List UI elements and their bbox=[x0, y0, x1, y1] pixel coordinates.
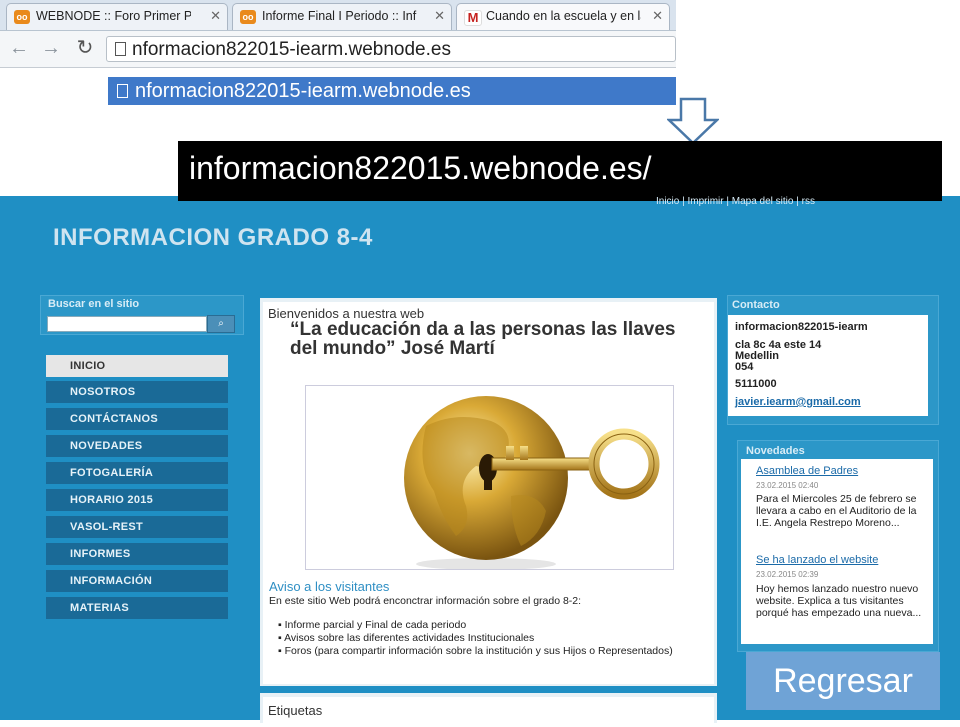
globe-key-image bbox=[305, 385, 674, 570]
menu-label: VASOL-REST bbox=[70, 521, 144, 533]
list-item-text: Foros (para compartir información sobre … bbox=[284, 645, 673, 657]
tab-label: Cuando en la escuela y en la bbox=[486, 9, 641, 23]
news-item-text: Para el Miercoles 25 de febrero se lleva… bbox=[756, 493, 917, 529]
browser-tab-3[interactable]: M Cuando en la escuela y en la ✕ bbox=[456, 3, 670, 30]
menu-item-informes[interactable]: INFORMES bbox=[46, 543, 228, 565]
quote-text: “La educación da a las personas las llav… bbox=[290, 319, 676, 359]
list-item: ▪ Avisos sobre las diferentes actividade… bbox=[278, 632, 535, 644]
menu-label: FOTOGALERÍA bbox=[70, 467, 154, 479]
list-item-text: Informe parcial y Final de cada periodo bbox=[284, 619, 467, 631]
menu-label: MATERIAS bbox=[70, 602, 130, 614]
contact-phone: 5111000 bbox=[735, 378, 777, 390]
top-links[interactable]: Inicio | Imprimir | Mapa del sitio | rss bbox=[656, 196, 815, 207]
menu-item-contactanos[interactable]: CONTÁCTANOS bbox=[46, 408, 228, 430]
menu-label: NOSOTROS bbox=[70, 386, 136, 398]
tab-label: Informe Final I Periodo :: Inf bbox=[262, 9, 417, 23]
close-icon[interactable]: ✕ bbox=[434, 8, 445, 24]
menu-item-vasol-rest[interactable]: VASOL-REST bbox=[46, 516, 228, 538]
menu-item-informacion[interactable]: INFORMACIÓN bbox=[46, 570, 228, 592]
menu-item-novedades[interactable]: NOVEDADES bbox=[46, 435, 228, 457]
aviso-text: En este sitio Web podrá enconctrar infor… bbox=[269, 595, 582, 607]
menu-label: INFORMES bbox=[70, 548, 131, 560]
webnode-icon: oo bbox=[14, 10, 30, 24]
tags-heading: Etiquetas bbox=[268, 703, 323, 718]
menu-item-horario[interactable]: HORARIO 2015 bbox=[46, 489, 228, 511]
close-icon[interactable]: ✕ bbox=[210, 8, 221, 24]
news-item-link[interactable]: Asamblea de Padres bbox=[756, 465, 858, 477]
tab-label: WEBNODE :: Foro Primer Per bbox=[36, 9, 191, 23]
address-bar-text[interactable]: nformacion822015-iearm.webnode.es bbox=[132, 39, 451, 61]
contact-email-link[interactable]: javier.iearm@gmail.com bbox=[735, 396, 861, 408]
menu-label: NOVEDADES bbox=[70, 440, 143, 452]
contact-code: 054 bbox=[735, 361, 754, 373]
news-item-text: Hoy hemos lanzado nuestro nuevo website.… bbox=[756, 583, 922, 619]
reload-icon[interactable]: ↻ bbox=[74, 37, 96, 59]
back-icon[interactable]: ← bbox=[8, 37, 30, 59]
menu-label: INFORMACIÓN bbox=[70, 575, 153, 587]
search-input[interactable] bbox=[47, 316, 207, 332]
contact-heading: Contacto bbox=[732, 299, 780, 311]
webnode-icon: oo bbox=[240, 10, 256, 24]
close-icon[interactable]: ✕ bbox=[652, 8, 663, 24]
list-item-text: Avisos sobre las diferentes actividades … bbox=[284, 632, 535, 644]
menu-label: CONTÁCTANOS bbox=[70, 413, 159, 425]
search-label: Buscar en el sitio bbox=[48, 298, 140, 310]
browser-tab-1[interactable]: oo WEBNODE :: Foro Primer Per ✕ bbox=[6, 3, 228, 30]
url-suggestion-text[interactable]: nformacion822015-iearm.webnode.es bbox=[135, 80, 471, 103]
gmail-icon: M bbox=[464, 10, 482, 26]
tab-strip: oo WEBNODE :: Foro Primer Per ✕ oo Infor… bbox=[0, 0, 676, 31]
aviso-list: ▪ Informe parcial y Final de cada period… bbox=[278, 619, 698, 658]
contact-name: informacion822015-iearm bbox=[735, 321, 868, 333]
arrow-down-icon bbox=[667, 97, 719, 145]
news-heading: Novedades bbox=[746, 445, 805, 457]
page-icon bbox=[115, 42, 126, 56]
tags-panel-inner bbox=[263, 697, 714, 727]
list-item: ▪ Informe parcial y Final de cada period… bbox=[278, 619, 467, 631]
site-title: INFORMACION GRADO 8-4 bbox=[53, 224, 373, 251]
browser-tab-2[interactable]: oo Informe Final I Periodo :: Inf ✕ bbox=[232, 3, 452, 30]
aviso-heading: Aviso a los visitantes bbox=[269, 579, 390, 594]
news-item-date: 23.02.2015 02:39 bbox=[756, 570, 819, 579]
menu-label: INICIO bbox=[70, 360, 106, 372]
menu-item-inicio[interactable]: INICIO bbox=[46, 355, 228, 377]
menu-item-materias[interactable]: MATERIAS bbox=[46, 597, 228, 619]
search-icon: ⌕ bbox=[218, 318, 224, 329]
search-button[interactable]: ⌕ bbox=[207, 315, 235, 333]
forward-icon[interactable]: → bbox=[40, 37, 62, 59]
regresar-button[interactable]: Regresar bbox=[746, 652, 940, 710]
menu-label: HORARIO 2015 bbox=[70, 494, 154, 506]
news-item-date: 23.02.2015 02:40 bbox=[756, 481, 819, 490]
page-icon bbox=[117, 84, 128, 98]
globe-key-illustration bbox=[404, 396, 660, 570]
url-banner-text: informacion822015.webnode.es/ bbox=[189, 150, 652, 186]
menu-item-fotogaleria[interactable]: FOTOGALERÍA bbox=[46, 462, 228, 484]
list-item: ▪ Foros (para compartir información sobr… bbox=[278, 645, 673, 657]
news-item-link[interactable]: Se ha lanzado el website bbox=[756, 554, 878, 566]
menu-item-nosotros[interactable]: NOSOTROS bbox=[46, 381, 228, 403]
